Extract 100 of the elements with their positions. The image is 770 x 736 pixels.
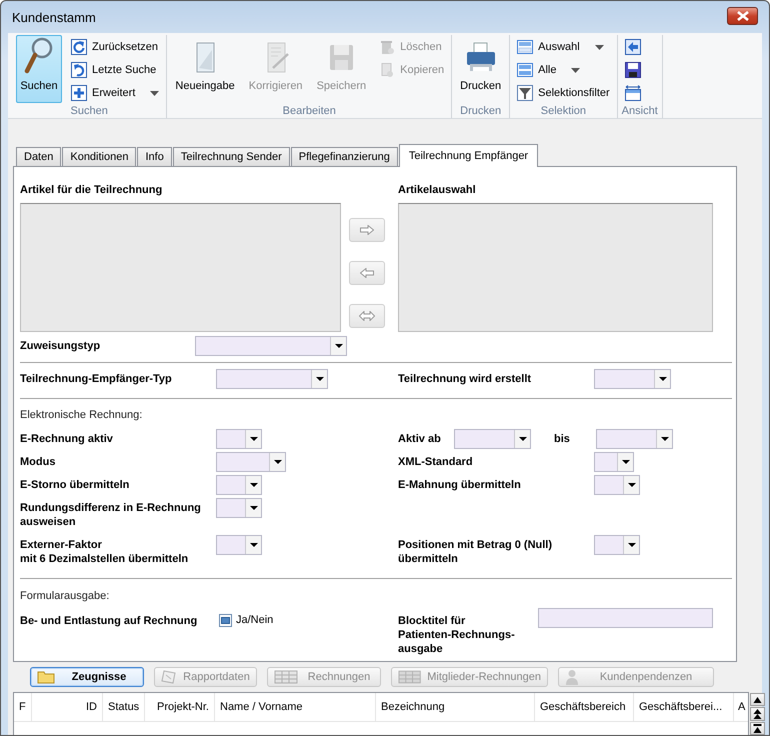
field-label: Blocktitel für Patienten-Rechnungs- ausgabe [398, 614, 516, 657]
search-icon [24, 36, 54, 76]
caret-icon [334, 344, 342, 348]
tab[interactable]: Pflegefinanzierung [290, 147, 398, 166]
list-box[interactable] [20, 203, 341, 332]
tab[interactable]: Konditionen [62, 147, 136, 166]
group-label: Bearbeiten [282, 104, 337, 118]
ribbon-button[interactable]: Neueingabe [171, 35, 239, 103]
plus-icon [71, 85, 87, 101]
grid-icon [398, 670, 422, 684]
caret-icon [628, 543, 636, 547]
tab[interactable]: Info [137, 147, 172, 166]
tag-icon [161, 670, 177, 684]
column-header[interactable]: F [14, 693, 32, 721]
page-up-button[interactable] [750, 707, 765, 721]
caret-icon [274, 460, 282, 464]
dropdown-field[interactable] [195, 336, 347, 356]
column-header[interactable]: Projekt-Nr. [145, 693, 215, 721]
tab[interactable]: Daten [16, 147, 62, 166]
caret-icon [250, 506, 258, 510]
caret-icon [150, 90, 160, 96]
caret-icon [250, 437, 258, 441]
field-label: Teilrechnung-Empfänger-Typ [20, 372, 173, 387]
close-button[interactable] [727, 6, 758, 24]
column-header[interactable]: Geschäftsberei... [634, 693, 734, 721]
caret-icon [571, 68, 580, 72]
folder-icon [37, 670, 55, 684]
ribbon-button[interactable]: Drucken [456, 35, 506, 103]
column-header[interactable]: Geschäftsbereich [535, 693, 634, 721]
caret-icon [250, 483, 258, 487]
field-label: Positionen mit Betrag 0 (Null) übermitteln [398, 538, 554, 567]
tab[interactable]: Teilrechnung Empfänger [398, 144, 538, 167]
caret-icon [628, 483, 636, 487]
undo-icon [71, 62, 87, 78]
scroll-up-button[interactable] [750, 693, 765, 706]
field-label: Externer-Faktor mit 6 Dezimalstellen übermitteln [20, 538, 190, 567]
dropdown-field[interactable] [216, 369, 328, 389]
field-label: Rundungsdifferenz in E-Rechnung ausweisen [20, 501, 202, 530]
checkbox-label: Ja/Nein [236, 614, 274, 627]
field-label: E-Rechnung aktiv [20, 432, 114, 447]
grid-icon [274, 670, 298, 684]
arrow-top-icon [753, 724, 762, 733]
dropdown-field[interactable] [216, 498, 262, 518]
dropdown-field[interactable] [594, 452, 634, 472]
dropdown-field[interactable] [594, 475, 640, 495]
arrow-left-icon [360, 268, 374, 278]
group-label: Drucken [459, 104, 502, 118]
column-header[interactable]: Name / Vorname [215, 693, 376, 721]
column-header[interactable]: A [734, 693, 748, 721]
dropdown-field[interactable] [216, 535, 262, 555]
ribbon-button[interactable]: Auswahl [514, 37, 613, 57]
arrow-right-icon [360, 225, 374, 235]
column-header[interactable]: Bezeichnung [376, 693, 535, 721]
field-label: Modus [20, 455, 56, 470]
field-label: bis [554, 432, 571, 447]
double-arrow-icon [359, 311, 375, 321]
ribbon-button[interactable]: Selektionsfilter [514, 83, 613, 103]
dropdown-field[interactable] [594, 535, 640, 555]
group-label: Ansicht [622, 104, 658, 118]
filter-icon [517, 85, 534, 101]
column-header[interactable]: Status [103, 693, 145, 721]
close-icon [736, 10, 750, 20]
scroll-top-button[interactable] [750, 722, 765, 735]
double-arrow-up-icon [753, 708, 762, 719]
field-label: Aktiv ab [398, 432, 442, 447]
window-title: Kundenstamm [12, 10, 97, 24]
list-box[interactable] [398, 203, 713, 332]
ribbon-button[interactable]: Letzte Suche [68, 60, 162, 80]
text-field[interactable] [538, 608, 713, 628]
dropdown-field[interactable] [216, 475, 262, 495]
ribbon-button[interactable]: Alle [514, 60, 613, 80]
dropdown-field[interactable] [596, 429, 673, 449]
field-label: E-Storno übermitteln [20, 478, 130, 493]
person-icon [565, 669, 579, 685]
caret-icon [518, 437, 526, 441]
dropdown-field[interactable] [216, 452, 286, 472]
caret-icon [658, 377, 666, 381]
action-button[interactable]: Zeugnisse [30, 667, 144, 687]
caret-icon [594, 44, 604, 50]
ribbon-button[interactable]: Suchen [16, 35, 62, 103]
caret-icon [622, 460, 630, 464]
caret-icon [316, 377, 324, 381]
ribbon-button[interactable]: Zurücksetzen [68, 37, 162, 57]
form-icon [517, 62, 534, 78]
dropdown-field[interactable] [594, 369, 671, 389]
field-label: Artikelauswahl [398, 183, 476, 197]
checkbox[interactable] [219, 614, 232, 627]
dropdown-field[interactable] [216, 429, 262, 449]
field-label: XML-Standard [398, 455, 474, 470]
section-title: Elektronische Rechnung: [20, 408, 144, 422]
column-header[interactable]: ID [32, 693, 103, 721]
caret-icon [250, 543, 258, 547]
caret-icon [660, 437, 668, 441]
dropdown-field[interactable] [454, 429, 531, 449]
ribbon-button[interactable]: Erweitert [68, 83, 162, 103]
resize-icon [624, 85, 641, 101]
trash-icon [379, 39, 396, 55]
group-label: Selektion [540, 104, 588, 118]
document-icon [379, 62, 396, 78]
tab[interactable]: Teilrechnung Sender [172, 147, 290, 166]
